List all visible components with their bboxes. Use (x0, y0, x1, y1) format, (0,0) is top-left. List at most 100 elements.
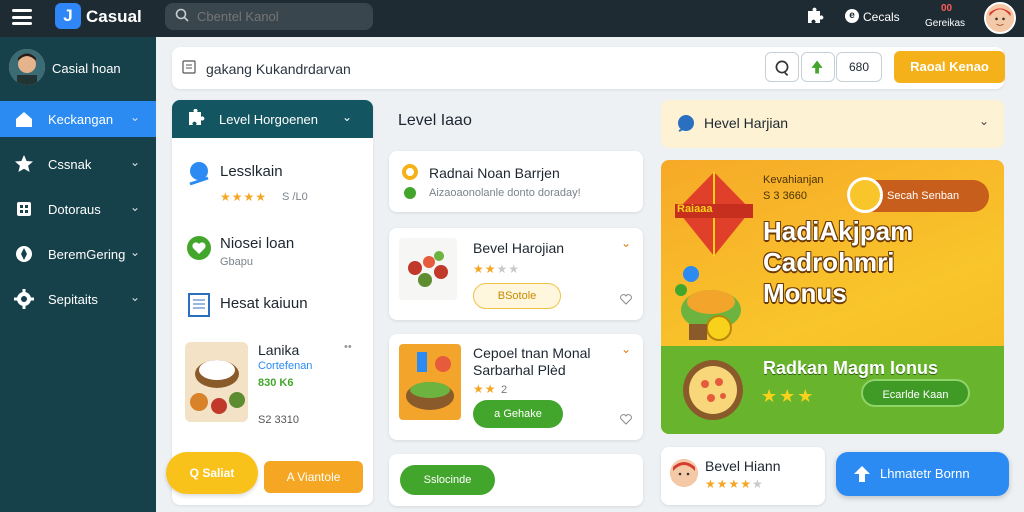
list-item-title: Hesat kaiuun (220, 295, 308, 312)
coin-label[interactable]: Cecals (863, 10, 900, 24)
chevron-down-icon[interactable]: ⌄ (621, 236, 631, 250)
search-bar[interactable] (165, 3, 373, 30)
sidebar-item-cssnak[interactable]: Cssnak ⌄ (0, 146, 156, 182)
left-panel-header[interactable]: Level Horgoenen ⌄ (172, 100, 373, 138)
banner-subtitle: Radkan Magm Ionus (763, 358, 939, 378)
treasure-icon (675, 266, 741, 341)
trophy-icon (402, 164, 418, 180)
level-card-3[interactable]: Cepoel tnan Monal Sarbarhal Plèd ★★ 2 a … (389, 334, 643, 440)
menu-icon[interactable] (12, 9, 32, 25)
kite-icon (675, 172, 753, 256)
banner-headline-line1: HadiAkjpam (763, 216, 914, 246)
list-item[interactable]: Hesat kaiuun (172, 292, 373, 322)
banner-headline-line3: Monus (763, 278, 847, 308)
chevron-down-icon: ⌄ (130, 155, 141, 169)
grid-icon (17, 202, 31, 216)
level-card-2[interactable]: Bevel Harojian ★★★★ BSotole ⌄ (389, 228, 643, 320)
card-sub: Aizaoaonolanle donto doraday! (429, 187, 581, 199)
sidebar-item-label: Sepitaits (48, 292, 98, 307)
banner-button[interactable]: Ecarlde Kaan (861, 379, 970, 407)
sidebar-profile[interactable]: Casial hoan (0, 37, 156, 97)
card-pill-button[interactable]: BSotole (473, 283, 561, 309)
chevron-down-icon: ⌄ (979, 114, 990, 128)
compass-icon (16, 246, 32, 262)
notification-count: 00 (941, 3, 953, 14)
chevron-down-icon: ⌄ (130, 200, 141, 214)
heart-icon[interactable] (619, 412, 633, 426)
item-amount: S2 3310 (258, 414, 299, 426)
chevron-down-icon: ⌄ (130, 110, 141, 124)
floating-button-label: Lhmatetr Bornn (880, 466, 970, 481)
rating-stars: ★★★ (761, 386, 816, 406)
viantole-button[interactable]: A Viantole (264, 461, 363, 493)
list-item-sub: Gbapu (220, 256, 254, 268)
recycle-icon (811, 60, 823, 74)
star-icon (15, 155, 33, 172)
floating-action-button[interactable]: Lhmatetr Bornn (836, 452, 1009, 496)
rating-stars: ★★★★ (473, 262, 521, 276)
food-image (399, 344, 461, 420)
sidebar-item-keckangan[interactable]: Keckangan ⌄ (0, 101, 156, 137)
recycle-button[interactable] (801, 52, 835, 82)
header-count[interactable]: 680 (836, 52, 882, 82)
food-image (185, 342, 248, 422)
banner-headline: HadiAkjpam Cadrohmri Monus (763, 216, 913, 309)
banner-top-sub: S 3 3660 (763, 190, 808, 202)
food-image (399, 238, 457, 300)
promo-banner[interactable]: Raiaaa Kevahianjan S 3 3660 Secah Senban… (661, 160, 1004, 434)
chevron-down-icon: ⌄ (342, 110, 353, 124)
header-cta-button[interactable]: Raoal Kenao (894, 51, 1005, 83)
rating-stars: ★★ 2 (473, 382, 508, 396)
sidebar-item-label: Keckangan (48, 112, 114, 127)
left-panel-title: Level Horgoenen (219, 112, 319, 127)
card-pill-button[interactable]: a Gehake (473, 400, 563, 428)
sidebar-item-sepitaits[interactable]: Sepitaits ⌄ (0, 281, 156, 317)
sidebar-item-label: Dotoraus (48, 202, 101, 217)
puzzle-icon[interactable] (804, 7, 824, 27)
item-sub: Cortefenan (258, 360, 313, 372)
notification-label[interactable]: Gereikas (925, 18, 965, 29)
refresh-icon (775, 60, 789, 76)
item-price: 830 K6 (258, 377, 294, 389)
heart-icon[interactable] (619, 292, 633, 306)
badge-icon (189, 162, 209, 186)
right-panel-title: Hevel Harjian (704, 115, 789, 131)
search-icon (175, 8, 189, 22)
saliat-button[interactable]: Q Saliat (166, 452, 258, 494)
more-icon[interactable]: •• (344, 341, 352, 353)
user-avatar[interactable] (984, 2, 1016, 34)
middle-title: Level Iaao (398, 112, 472, 129)
heart-icon (187, 236, 211, 260)
list-item-title: Niosei loan (220, 235, 295, 252)
card-title: Radnai Noan Barrjen (429, 165, 560, 181)
sidebar-item-dotoraus[interactable]: Dotoraus ⌄ (0, 191, 156, 227)
app-title: Casual (86, 7, 142, 26)
trophy-icon (847, 177, 883, 213)
list-item-title: Lesslkain (220, 163, 283, 180)
bottom-card[interactable]: Bevel Hiann ★★★★★ (661, 447, 825, 505)
chevron-down-icon: ⌄ (130, 290, 141, 304)
card-pill-button[interactable]: Sslocinde (400, 465, 495, 495)
list-item[interactable]: Niosei loan Gbapu (172, 230, 373, 274)
card-title: Cepoel tnan Monal (473, 345, 591, 361)
header-bar: gakang Kukandrdarvan 680 (172, 47, 1004, 89)
search-input[interactable] (197, 3, 367, 30)
arrow-up-icon (854, 466, 870, 482)
chevron-down-icon: ⌄ (130, 245, 141, 259)
sidebar-item-beremgering[interactable]: BeremGering ⌄ (0, 236, 156, 272)
chevron-down-icon[interactable]: ⌄ (621, 342, 631, 356)
level-card-1[interactable]: Radnai Noan Barrjen Aizaoaonolanle donto… (389, 151, 643, 212)
profile-avatar (9, 49, 45, 85)
refresh-button[interactable] (765, 52, 799, 82)
pizza-icon (683, 360, 743, 420)
settings-icon (14, 289, 34, 309)
list-item[interactable]: Lesslkain ★★★★ S /L0 (172, 158, 373, 208)
list-item-sub: S /L0 (282, 191, 308, 203)
level-card-4[interactable]: Sslocinde (389, 454, 643, 506)
card-title: Bevel Harojian (473, 240, 565, 256)
right-panel-header[interactable]: Hevel Harjian ⌄ (661, 100, 1004, 148)
avatar (670, 459, 698, 487)
rating-stars: ★★★★ (220, 190, 268, 204)
sidebar: Casial hoan Keckangan ⌄ Cssnak ⌄ Dotorau… (0, 37, 156, 512)
banner-ribbon: Raiaaa (677, 203, 713, 215)
